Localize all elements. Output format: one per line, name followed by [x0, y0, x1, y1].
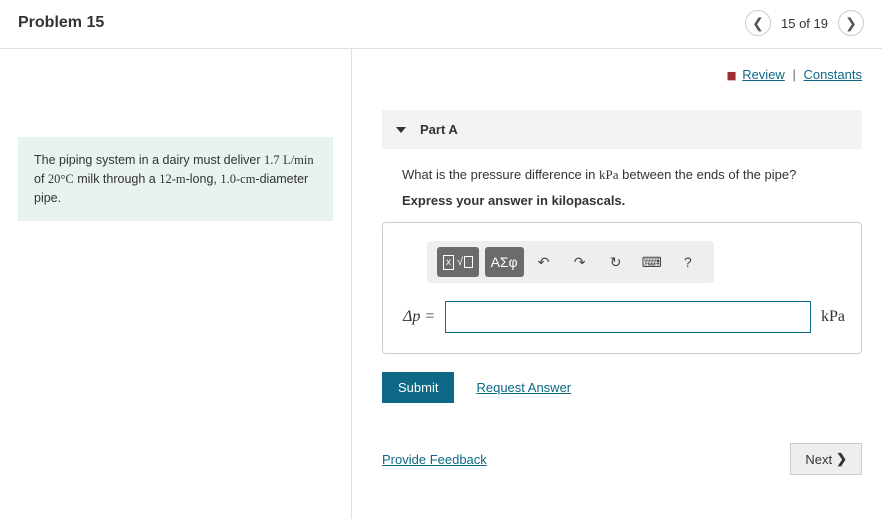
- instruction-text: Express your answer in kilopascals.: [402, 193, 862, 208]
- separator: |: [792, 67, 795, 82]
- pager-text: 15 of 19: [781, 16, 828, 31]
- next-button-top[interactable]: ❯: [838, 10, 864, 36]
- unit-label: kPa: [821, 308, 845, 326]
- templates-button[interactable]: x √: [437, 247, 479, 277]
- answer-input[interactable]: [445, 301, 811, 333]
- next-label: Next: [805, 452, 832, 467]
- page-title: Problem 15: [18, 14, 104, 32]
- keyboard-button[interactable]: ⌨: [636, 247, 668, 277]
- part-header[interactable]: Part A: [382, 110, 862, 149]
- pager: ❮ 15 of 19 ❯: [745, 10, 864, 36]
- answer-box: x √ ΑΣφ ↶ ↷ ↻ ⌨ ? Δp = kPa: [382, 222, 862, 354]
- prev-button[interactable]: ❮: [745, 10, 771, 36]
- submit-button[interactable]: Submit: [382, 372, 454, 403]
- reset-button[interactable]: ↻: [600, 247, 632, 277]
- constants-link[interactable]: Constants: [803, 67, 862, 82]
- part-label: Part A: [420, 122, 458, 137]
- greek-button[interactable]: ΑΣφ: [485, 247, 524, 277]
- review-link[interactable]: Review: [742, 67, 785, 82]
- chevron-right-icon: ❯: [845, 15, 857, 32]
- next-button[interactable]: Next ❯: [790, 443, 862, 475]
- provide-feedback-link[interactable]: Provide Feedback: [382, 452, 487, 467]
- problem-statement: The piping system in a dairy must delive…: [18, 137, 333, 221]
- redo-button[interactable]: ↷: [564, 247, 596, 277]
- variable-label: Δp =: [403, 308, 435, 326]
- chevron-right-icon: ❯: [836, 451, 847, 467]
- undo-button[interactable]: ↶: [528, 247, 560, 277]
- chevron-left-icon: ❮: [752, 15, 764, 32]
- caret-down-icon: [396, 127, 406, 133]
- help-button[interactable]: ?: [672, 247, 704, 277]
- question-text: What is the pressure difference in kPa b…: [402, 167, 862, 183]
- equation-toolbar: x √ ΑΣφ ↶ ↷ ↻ ⌨ ?: [427, 241, 714, 283]
- request-answer-link[interactable]: Request Answer: [476, 380, 571, 395]
- book-icon: ▮▮: [726, 70, 734, 82]
